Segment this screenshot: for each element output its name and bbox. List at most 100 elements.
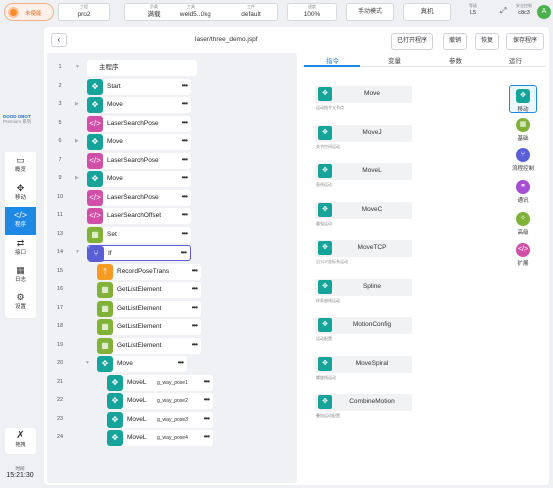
more-options-icon[interactable]: •••	[204, 412, 210, 426]
command-item[interactable]: ✥ Move 运动指令父节点	[315, 86, 412, 112]
save-program-button[interactable]: 保存程序	[506, 33, 544, 50]
command-card[interactable]: ✥ MoveSpiral	[315, 355, 412, 373]
more-options-icon[interactable]: •••	[182, 79, 188, 93]
program-block[interactable]: ▦ Set •••	[87, 226, 191, 243]
more-options-icon[interactable]: •••	[178, 356, 184, 370]
category-item[interactable]: ✧ 高级	[509, 212, 537, 238]
speed-selector[interactable]: 速度 100%	[287, 3, 337, 21]
program-block[interactable]: ✥ MoveL g_way_pose1 •••	[107, 374, 213, 391]
nav-move[interactable]: ✥ 移动	[5, 180, 36, 208]
main-program-block[interactable]: 主程序	[87, 60, 197, 76]
program-block[interactable]: ✥ Move •••	[87, 97, 191, 113]
more-options-icon[interactable]: •••	[182, 190, 188, 204]
more-options-icon[interactable]: •••	[192, 301, 198, 315]
load-tool-workpiece-selector[interactable]: 负载 满载 工具 weld5... 0kg 工件 default	[124, 3, 278, 21]
nav-interface[interactable]: ⇄ 接口	[5, 235, 36, 263]
program-block[interactable]: </> LaserSearchPose •••	[87, 152, 191, 169]
program-block[interactable]: ✥ Move •••	[87, 171, 191, 187]
command-item[interactable]: ✥ CombineMotion 叠加运动配置	[315, 394, 412, 420]
collapse-arrow-icon[interactable]: ▶	[75, 101, 79, 107]
expand-arrow-icon[interactable]: ▼	[85, 360, 90, 366]
program-block[interactable]: ⑂ If •••	[87, 245, 191, 262]
command-item[interactable]: ✥ Spline 样条曲线运动	[315, 278, 412, 305]
program-block[interactable]: ▦ GetListElement •••	[97, 337, 201, 354]
command-card[interactable]: ✥ Spline	[315, 278, 412, 296]
program-block[interactable]: </> LaserSearchOffset •••	[87, 208, 191, 224]
category-item[interactable]: ▦ 基础	[509, 118, 537, 144]
undo-button[interactable]: 撤销	[443, 33, 467, 50]
command-card[interactable]: ✥ MotionConfig	[315, 317, 412, 334]
tab-variables[interactable]: 变量	[388, 55, 401, 65]
collapse-arrow-icon[interactable]: ▶	[75, 175, 79, 181]
open-program-button[interactable]: 已打开程序	[391, 33, 433, 50]
manual-mode-button[interactable]: 手动模式	[346, 3, 394, 21]
move-icon: ✥	[87, 78, 103, 95]
command-card[interactable]: ✥ Move	[315, 86, 412, 103]
program-row: 3 ▶ ✥ Move •••	[47, 96, 297, 114]
more-options-icon[interactable]: •••	[182, 153, 188, 167]
tab-run[interactable]: 运行	[509, 55, 522, 65]
program-block[interactable]: ✥ MoveL g_way_pose4 •••	[107, 430, 213, 446]
program-block[interactable]: ⤒ RecordPoseTrans •••	[97, 263, 201, 280]
project-selector[interactable]: 工程 pro2	[58, 3, 110, 21]
tab-commands[interactable]: 指令	[326, 55, 339, 65]
command-item[interactable]: ✥ MoveC 圆弧运动	[315, 201, 412, 228]
nav-program[interactable]: </> 程序	[5, 207, 36, 235]
collapse-arrow-icon[interactable]: ▶	[75, 138, 79, 144]
more-options-icon[interactable]: •••	[182, 116, 188, 130]
more-options-icon[interactable]: •••	[192, 338, 198, 352]
tab-parameters[interactable]: 参数	[449, 55, 462, 65]
expand-arrow-icon[interactable]: ▼	[75, 64, 80, 70]
more-options-icon[interactable]: •••	[182, 97, 188, 111]
more-options-icon[interactable]: •••	[204, 375, 210, 389]
more-options-icon[interactable]: •••	[192, 319, 198, 333]
block-label: MoveL	[127, 415, 147, 423]
program-block[interactable]: ✥ Move •••	[97, 356, 187, 372]
block-label: Move	[107, 175, 123, 182]
more-options-icon[interactable]: •••	[182, 227, 188, 241]
command-item[interactable]: ✥ MoveL 直线运动	[315, 163, 412, 189]
nav-overview[interactable]: ▭ 概览	[5, 152, 36, 180]
command-card[interactable]: ✥ MoveTCP	[315, 240, 412, 257]
program-block[interactable]: ✥ Start •••	[87, 78, 191, 95]
nav-settings[interactable]: ⚙ 设置	[5, 289, 36, 317]
command-item[interactable]: ✥ MoveSpiral 螺旋线运动	[315, 355, 412, 382]
command-item[interactable]: ✥ MotionConfig 运动配置	[315, 317, 412, 343]
category-item[interactable]: ✥ 移动	[509, 85, 537, 113]
safety-control[interactable]: ⤢ 安全控制 c8c3	[498, 3, 536, 21]
command-card[interactable]: ✥ MoveL	[315, 163, 412, 180]
program-block[interactable]: </> LaserSearchPose •••	[87, 189, 191, 206]
command-item[interactable]: ✥ MoveTCP 沿TCP坐标系运动	[315, 240, 412, 266]
command-item[interactable]: ✥ MoveJ 关节空间运动	[315, 124, 412, 151]
command-card[interactable]: ✥ CombineMotion	[315, 394, 412, 411]
redo-button[interactable]: 恢复	[475, 33, 499, 50]
category-item[interactable]: </> 扩展	[509, 243, 537, 269]
more-options-icon[interactable]: •••	[192, 282, 198, 296]
drag-button[interactable]: ✗ 拖拽	[5, 428, 36, 454]
command-card[interactable]: ✥ MoveJ	[315, 124, 412, 142]
category-item[interactable]: ⑂ 流程控制	[509, 148, 537, 174]
more-options-icon[interactable]: •••	[182, 134, 188, 148]
expand-arrow-icon[interactable]: ▼	[75, 249, 80, 255]
program-block[interactable]: ▦ GetListElement •••	[97, 282, 201, 298]
more-options-icon[interactable]: •••	[182, 171, 188, 185]
more-options-icon[interactable]: •••	[204, 430, 210, 444]
real-robot-button[interactable]: 真机	[403, 3, 451, 21]
user-avatar[interactable]: A	[537, 5, 551, 19]
more-options-icon[interactable]: •••	[182, 208, 188, 222]
more-options-icon[interactable]: •••	[181, 246, 187, 260]
program-block[interactable]: ✥ Move •••	[87, 134, 191, 150]
program-block[interactable]: ▦ GetListElement •••	[97, 319, 201, 335]
nav-log[interactable]: ▦ 日志	[5, 262, 36, 290]
enable-toggle[interactable]: 未使能	[4, 3, 54, 21]
back-button[interactable]: ‹	[51, 33, 67, 47]
category-item[interactable]: ⚭ 通讯	[509, 180, 537, 206]
program-block[interactable]: ✥ MoveL g_way_pose2 •••	[107, 393, 213, 409]
more-options-icon[interactable]: •••	[204, 393, 210, 407]
program-block[interactable]: ▦ GetListElement •••	[97, 300, 201, 317]
command-name: MoveL	[362, 167, 382, 174]
program-block[interactable]: ✥ MoveL g_way_pose3 •••	[107, 411, 213, 428]
program-block[interactable]: </> LaserSearchPose •••	[87, 115, 191, 132]
more-options-icon[interactable]: •••	[192, 264, 198, 278]
command-card[interactable]: ✥ MoveC	[315, 201, 412, 219]
